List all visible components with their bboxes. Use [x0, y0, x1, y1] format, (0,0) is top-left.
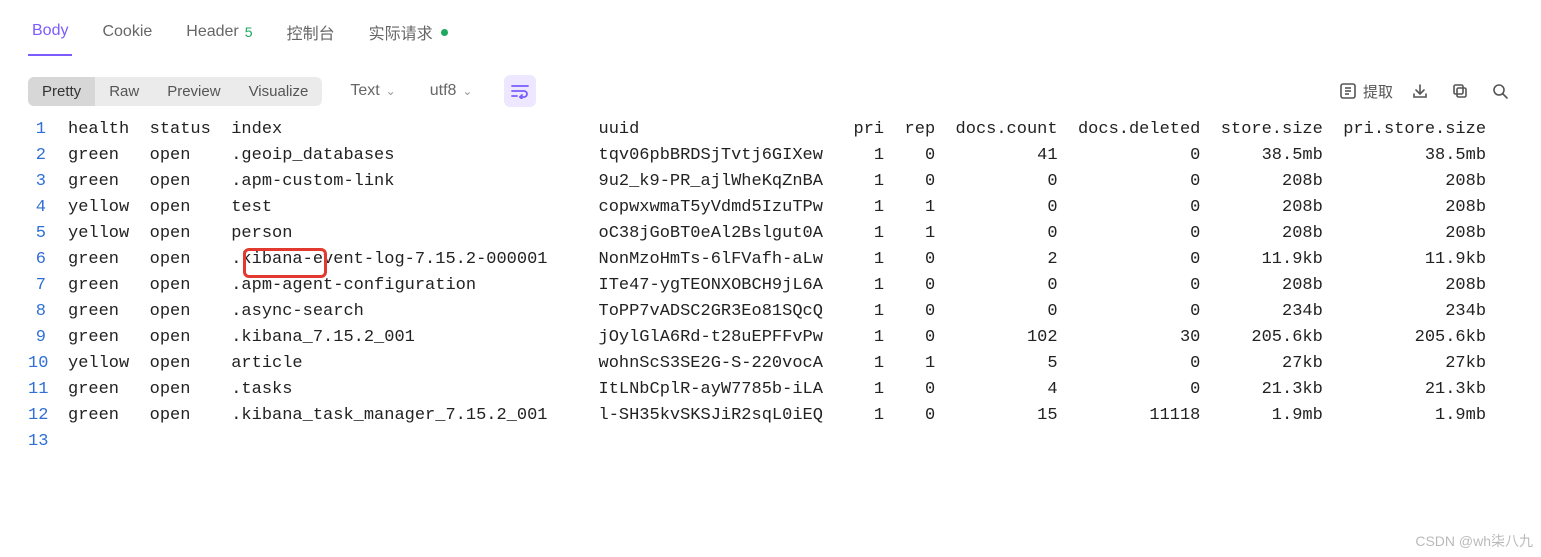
extract-button-label: 提取 [1363, 81, 1393, 102]
download-button[interactable] [1407, 78, 1433, 104]
line-text: green open .apm-custom-link 9u2_k9-PR_aj… [68, 169, 1486, 195]
response-body[interactable]: 1health status index uuid pri rep docs.c… [0, 117, 1541, 455]
encoding-dropdown[interactable]: utf8 ⌄ [424, 78, 479, 104]
code-line: 1health status index uuid pri rep docs.c… [28, 117, 1541, 143]
code-line: 6green open .kibana-event-log-7.15.2-000… [28, 247, 1541, 273]
copy-button[interactable] [1447, 78, 1473, 104]
line-number: 6 [28, 247, 68, 273]
format-dropdown[interactable]: Text ⌄ [344, 78, 401, 104]
line-text: yellow open article wohnScS3SE2G-S-220vo… [68, 351, 1486, 377]
code-line: 10yellow open article wohnScS3SE2G-S-220… [28, 351, 1541, 377]
line-text: green open .kibana_7.15.2_001 jOylGlA6Rd… [68, 325, 1486, 351]
line-text: green open .geoip_databases tqv06pbBRDSj… [68, 143, 1486, 169]
watermark: CSDN @wh柒八九 [1415, 531, 1533, 551]
tab-header-count: 5 [245, 24, 253, 40]
view-mode-group: Pretty Raw Preview Visualize [28, 77, 322, 106]
line-text: green open .tasks ItLNbCplR-ayW7785b-iLA… [68, 377, 1486, 403]
copy-icon [1451, 82, 1469, 100]
download-icon [1411, 82, 1429, 100]
chevron-down-icon: ⌄ [386, 84, 396, 98]
code-line: 4yellow open test copwxwmaT5yVdmd5IzuTPw… [28, 195, 1541, 221]
line-number: 1 [28, 117, 68, 143]
line-number: 3 [28, 169, 68, 195]
code-line: 13 [28, 429, 1541, 455]
line-number: 9 [28, 325, 68, 351]
line-number: 4 [28, 195, 68, 221]
wrap-lines-button[interactable] [504, 75, 536, 107]
tab-header[interactable]: Header 5 [182, 13, 256, 55]
line-number: 5 [28, 221, 68, 247]
line-text: green open .kibana_task_manager_7.15.2_0… [68, 403, 1486, 429]
code-line: 8green open .async-search ToPP7vADSC2GR3… [28, 299, 1541, 325]
line-number: 10 [28, 351, 68, 377]
line-number: 12 [28, 403, 68, 429]
extract-icon [1339, 82, 1357, 100]
code-line: 7green open .apm-agent-configuration ITe… [28, 273, 1541, 299]
view-preview-button[interactable]: Preview [153, 77, 234, 106]
line-text: green open .async-search ToPP7vADSC2GR3E… [68, 299, 1486, 325]
status-dot-icon [441, 29, 448, 36]
code-line: 2green open .geoip_databases tqv06pbBRDS… [28, 143, 1541, 169]
extract-button[interactable]: 提取 [1339, 81, 1393, 102]
line-text: yellow open test copwxwmaT5yVdmd5IzuTPw … [68, 195, 1486, 221]
response-toolbar: Pretty Raw Preview Visualize Text ⌄ utf8… [0, 59, 1541, 117]
search-button[interactable] [1487, 78, 1513, 104]
tab-actual-request[interactable]: 实际请求 [365, 10, 452, 58]
tab-body[interactable]: Body [28, 12, 72, 56]
view-visualize-button[interactable]: Visualize [235, 77, 323, 106]
response-tabs: Body Cookie Header 5 控制台 实际请求 [0, 0, 1541, 59]
line-number: 7 [28, 273, 68, 299]
line-number: 8 [28, 299, 68, 325]
code-line: 5yellow open person oC38jGoBT0eAl2Bslgut… [28, 221, 1541, 247]
line-number: 2 [28, 143, 68, 169]
view-pretty-button[interactable]: Pretty [28, 77, 95, 106]
line-text: health status index uuid pri rep docs.co… [68, 117, 1486, 143]
line-text: green open .kibana-event-log-7.15.2-0000… [68, 247, 1486, 273]
view-raw-button[interactable]: Raw [95, 77, 153, 106]
encoding-dropdown-label: utf8 [430, 82, 457, 100]
tab-header-label: Header [186, 23, 238, 41]
line-text: green open .apm-agent-configuration ITe4… [68, 273, 1486, 299]
tab-console[interactable]: 控制台 [283, 10, 339, 58]
line-text: yellow open person oC38jGoBT0eAl2Bslgut0… [68, 221, 1486, 247]
toolbar-right: 提取 [1339, 78, 1513, 104]
line-number: 13 [28, 429, 68, 455]
tab-cookie[interactable]: Cookie [98, 13, 156, 55]
code-line: 3green open .apm-custom-link 9u2_k9-PR_a… [28, 169, 1541, 195]
format-dropdown-label: Text [350, 82, 379, 100]
code-line: 11green open .tasks ItLNbCplR-ayW7785b-i… [28, 377, 1541, 403]
tab-actual-request-label: 实际请求 [369, 20, 433, 44]
code-line: 9green open .kibana_7.15.2_001 jOylGlA6R… [28, 325, 1541, 351]
search-icon [1491, 82, 1509, 100]
wrap-icon [511, 83, 529, 99]
chevron-down-icon: ⌄ [462, 84, 472, 98]
code-line: 12green open .kibana_task_manager_7.15.2… [28, 403, 1541, 429]
line-number: 11 [28, 377, 68, 403]
